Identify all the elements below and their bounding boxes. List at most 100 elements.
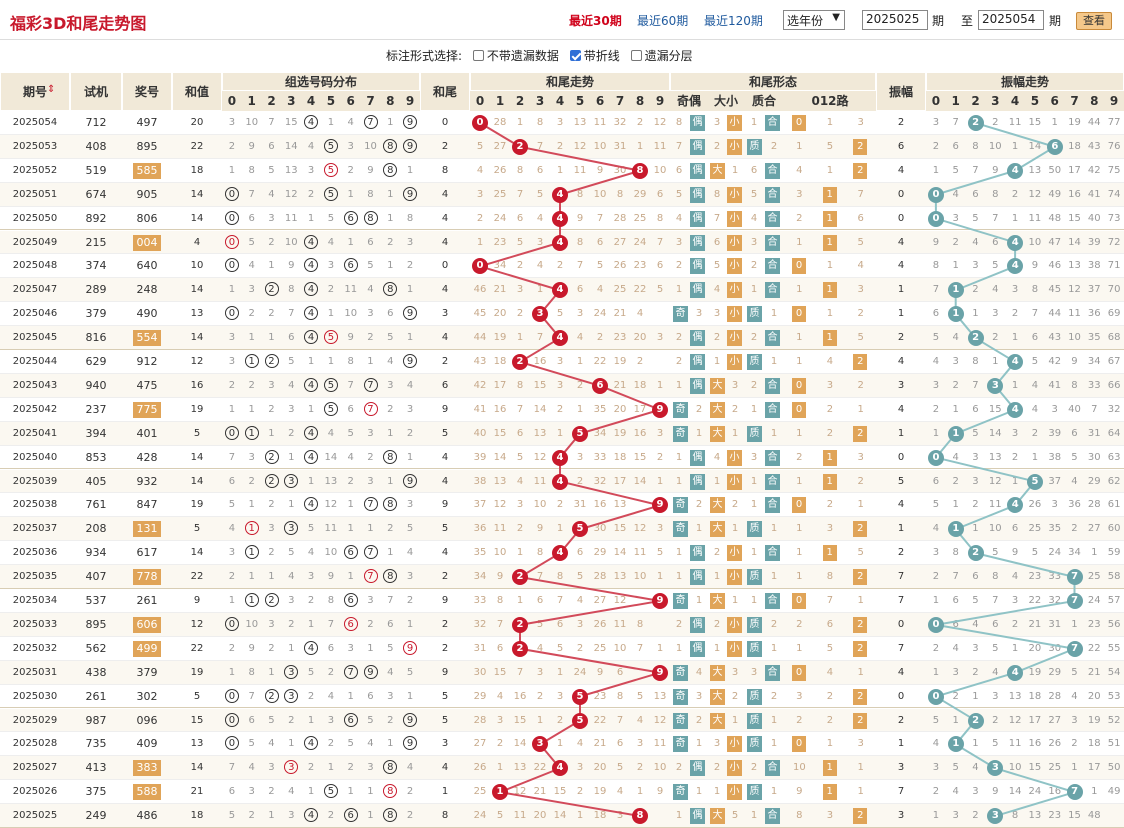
dist-omission-cell: 1 [406, 332, 414, 344]
tail-cell: 0 [441, 117, 449, 128]
even-badge: 偶 [690, 545, 705, 562]
amplitude-trend-omission: 3 [932, 379, 940, 391]
period-from-input[interactable]: 2025025 [862, 10, 928, 30]
dist-omission-cell: 2 [406, 427, 414, 439]
form-omission: 1 [675, 379, 683, 391]
amplitude-cell: 1 [897, 284, 905, 296]
amplitude-trend-omission: 11 [1008, 117, 1022, 128]
road-omission: 2 [826, 499, 834, 511]
tail-trend-omission: 4 [576, 332, 584, 344]
tail-trend-digit-header: 7 [610, 91, 630, 111]
road-omission: 2 [826, 427, 834, 439]
road-omission: 1 [826, 260, 834, 272]
dist-omission-cell: 1 [347, 523, 354, 535]
option-label-no-omission[interactable]: 不带遗漏数据 [487, 49, 559, 63]
road-badge: 0 [792, 258, 806, 275]
range-120-link[interactable]: 最近120期 [704, 12, 763, 29]
tail-trend-omission: 32 [593, 475, 607, 487]
tail-trend-digit-header: 9 [650, 91, 670, 111]
tail-trend-omission: 26 [493, 164, 507, 176]
dist-omission-cell: 1 [268, 666, 275, 678]
option-label-omission-layer[interactable]: 遗漏分层 [645, 49, 693, 63]
dist-omission-cell: 2 [268, 547, 275, 559]
dist-omission-cell: 4 [327, 427, 335, 439]
sum-cell: 9 [193, 595, 201, 606]
amplitude-trend-omission: 5 [932, 714, 940, 726]
tail-trend-omission: 1 [536, 714, 544, 726]
amplitude-trend-omission: 71 [1107, 260, 1121, 272]
period-cell: 2025033 [12, 618, 58, 630]
prize-cell: 499 [133, 640, 161, 657]
option-checkbox-polyline[interactable] [569, 50, 581, 61]
amplitude-trend-omission: 1 [1051, 117, 1058, 128]
period-to-input[interactable]: 2025054 [978, 10, 1044, 30]
amplitude-cell: 0 [897, 618, 905, 630]
tail-trend-omission: 34 [493, 260, 507, 272]
road-omission: 1 [826, 308, 834, 320]
dist-omission-cell: 3 [268, 212, 275, 224]
dist-omission-cell: 5 [307, 523, 315, 535]
trial-cell: 375 [85, 785, 107, 799]
tail-trend-omission: 25 [473, 786, 487, 798]
red-circle-icon [324, 330, 338, 345]
dist-omission-cell: 3 [406, 571, 414, 583]
trial-cell: 895 [85, 617, 107, 631]
option-label-polyline[interactable]: 带折线 [584, 49, 620, 63]
dist-omission-cell: 1 [406, 284, 414, 296]
tail-cell: 3 [441, 308, 449, 320]
even-badge: 偶 [690, 569, 705, 586]
option-checkbox-no-omission[interactable] [472, 50, 484, 61]
form-omission: 1 [750, 475, 758, 487]
year-select[interactable]: 选年份 ▼ [783, 10, 845, 30]
dist-omission-cell: 5 [228, 499, 236, 511]
sum-cell: 19 [190, 666, 204, 678]
amplitude-trend-omission: 33 [1087, 379, 1101, 391]
dist-omission-cell: 1 [228, 284, 236, 296]
road-omission: 1 [796, 427, 803, 439]
range-30-link[interactable]: 最近30期 [569, 12, 622, 29]
tail-trend-omission: 11 [653, 738, 667, 750]
dist-omission-cell: 3 [228, 356, 236, 367]
circle-icon [324, 186, 338, 201]
query-button[interactable]: 查看 [1076, 12, 1112, 30]
circle-icon [343, 712, 358, 727]
amplitude-trend-omission: 3 [972, 786, 979, 798]
amplitude-trend-omission: 2 [992, 117, 999, 128]
road-omission: 2 [857, 379, 864, 391]
tail-trend-omission: 5 [616, 762, 624, 774]
option-checkbox-omission-layer[interactable] [630, 50, 642, 61]
sort-icon[interactable]: ⇕ [47, 84, 55, 95]
tail-trend-omission: 7 [496, 618, 504, 630]
amplitude-trend-omission: 4 [1011, 571, 1019, 583]
amplitude-trend-omission: 8 [972, 356, 979, 367]
amplitude-trend-omission: 24 [1087, 595, 1101, 606]
amplitude-trend-omission: 46 [1048, 260, 1062, 272]
tail-trend-omission: 9 [596, 164, 604, 176]
amplitude-trend-omission: 14 [1028, 140, 1042, 152]
tail-trend-omission: 4 [576, 738, 584, 750]
dist-omission-cell: 2 [406, 786, 414, 798]
amplitude-trend-omission: 2 [932, 140, 940, 152]
amplitude-trend-ball: 0 [928, 449, 944, 466]
dist-omission-cell: 6 [228, 475, 236, 487]
form-omission: 2 [675, 260, 683, 272]
tail-trend-omission: 22 [593, 714, 607, 726]
amplitude-trend-ball: 4 [1007, 234, 1024, 251]
form-omission: 1 [713, 571, 721, 583]
dist-omission-cell: 2 [347, 475, 354, 487]
circle-icon [363, 115, 378, 129]
amplitude-trend-omission: 39 [1087, 236, 1101, 248]
amplitude-trend-omission: 1 [972, 738, 979, 750]
range-60-link[interactable]: 最近60期 [637, 12, 688, 29]
small-badge: 小 [727, 784, 742, 801]
tail-trend-omission: 3 [516, 499, 524, 511]
amplitude-trend-omission: 58 [1107, 571, 1121, 583]
prize-cell: 409 [136, 737, 158, 751]
circle-icon [343, 808, 358, 823]
dist-omission-cell: 1 [347, 571, 354, 583]
tail-trend-omission: 7 [636, 642, 644, 654]
tail-trend-omission: 11 [613, 618, 627, 630]
road-omission: 2 [796, 212, 803, 224]
sum-cell: 14 [190, 188, 204, 200]
tail-cell: 9 [441, 403, 449, 415]
